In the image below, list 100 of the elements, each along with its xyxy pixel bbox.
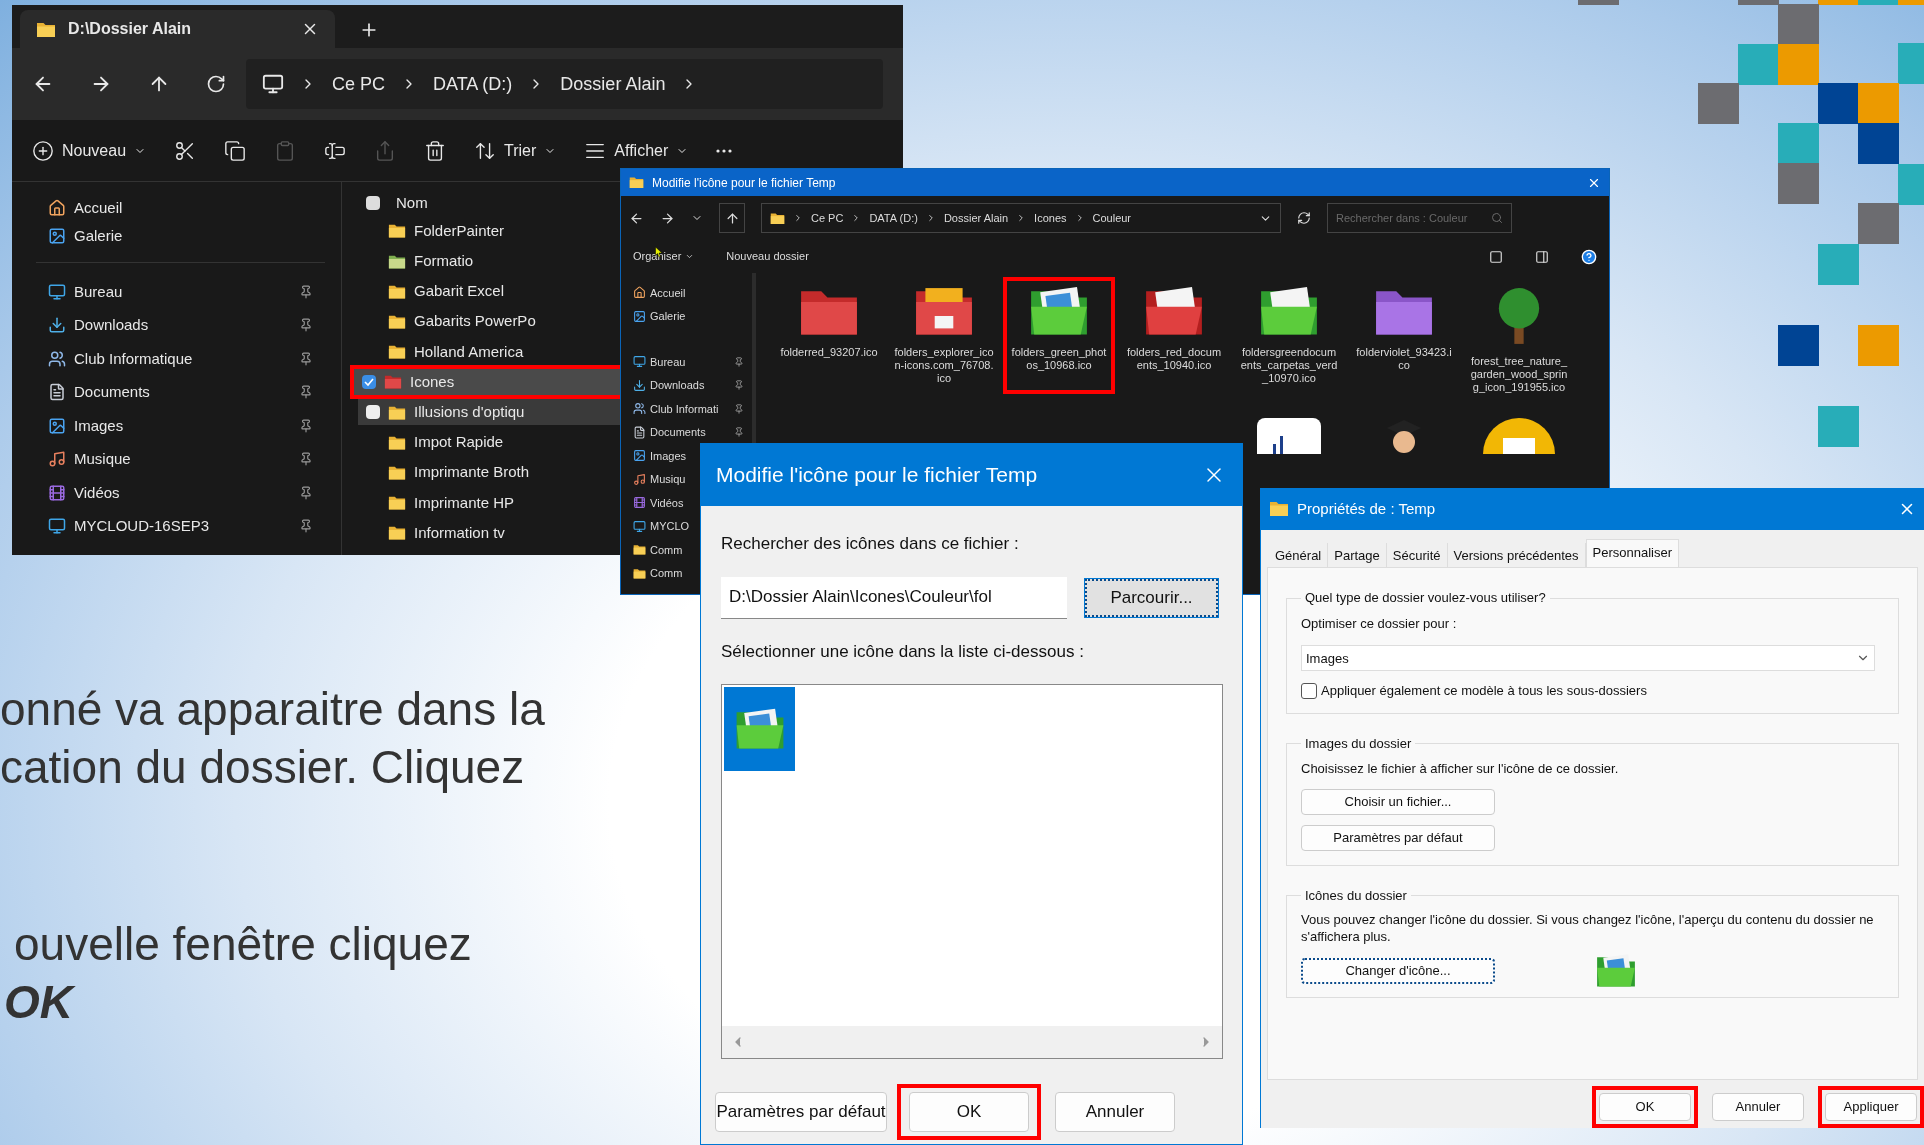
sidebar-item[interactable]: Accueil bbox=[36, 194, 325, 222]
file-tile[interactable]: foldersgreendocuments_carpetas_verd_10970.ico bbox=[1239, 285, 1339, 394]
change-icon-button[interactable]: Changer d'icône... bbox=[1301, 958, 1495, 985]
address-bar[interactable]: Ce PC DATA (D:) Dossier Alain Icones Couleur bbox=[761, 203, 1281, 233]
sidebar-item[interactable]: Musique bbox=[36, 442, 325, 476]
toolbar-button[interactable]: Afficher bbox=[584, 138, 689, 163]
back-icon[interactable] bbox=[629, 210, 644, 226]
file-tile[interactable]: folders_explorer_icon-icons.com_76708.ico bbox=[894, 285, 994, 394]
caret-icon bbox=[685, 252, 695, 261]
nav-item[interactable]: Comm bbox=[629, 541, 683, 558]
breadcrumb-item[interactable]: Icones bbox=[1034, 209, 1067, 227]
nav-item[interactable]: Documents bbox=[629, 424, 706, 441]
nav-item[interactable]: Galerie bbox=[629, 308, 686, 325]
tab[interactable]: Personnaliser bbox=[1585, 539, 1680, 568]
file-row[interactable]: Gabarit Excel bbox=[358, 278, 620, 305]
breadcrumb-item[interactable]: DATA (D:) bbox=[869, 209, 918, 227]
sidebar-item[interactable]: Images bbox=[36, 409, 325, 443]
pin-icon bbox=[299, 485, 313, 500]
slide-text-line: ouvelle fenêtre cliquez bbox=[14, 917, 472, 972]
sidebar-item[interactable]: Vidéos bbox=[36, 476, 325, 510]
file-row[interactable]: Holland America bbox=[358, 338, 620, 365]
film-icon bbox=[633, 496, 646, 510]
breadcrumb-item[interactable]: Couleur bbox=[1092, 209, 1132, 227]
up-button[interactable] bbox=[719, 203, 745, 233]
icon-option[interactable] bbox=[724, 687, 795, 771]
dialog-button[interactable]: Annuler bbox=[1055, 1092, 1175, 1132]
select-all-checkbox[interactable] bbox=[366, 196, 380, 210]
file-row[interactable]: Impot Rapide bbox=[358, 429, 620, 456]
dialog-button[interactable]: OK bbox=[1599, 1093, 1691, 1121]
sidebar-item[interactable]: Downloads bbox=[36, 308, 325, 342]
toolbar-button[interactable]: Nouveau dossier bbox=[726, 248, 809, 265]
nav-item[interactable]: Comm bbox=[629, 565, 683, 582]
breadcrumb-item[interactable]: Ce PC bbox=[332, 70, 385, 98]
row-checkbox[interactable] bbox=[362, 375, 376, 390]
toolbar-button[interactable]: Nouveau bbox=[32, 138, 147, 163]
breadcrumb-item[interactable]: Dossier Alain bbox=[560, 70, 666, 98]
pin-icon bbox=[299, 351, 313, 366]
slide-text-line: cation du dossier. Cliquez bbox=[0, 740, 526, 795]
toolbar-button[interactable] bbox=[716, 148, 733, 153]
nav-item[interactable]: Vidéos bbox=[629, 494, 684, 511]
address-bar[interactable]: Ce PC DATA (D:) Dossier Alain bbox=[246, 59, 883, 109]
browse-button[interactable]: Parcourir... bbox=[1085, 578, 1218, 617]
refresh-icon[interactable] bbox=[206, 74, 226, 94]
dialog-button[interactable]: Paramètres par défaut bbox=[715, 1092, 887, 1132]
file-row[interactable]: Imprimante HP bbox=[358, 489, 620, 516]
sidebar-item[interactable]: Documents bbox=[36, 375, 325, 409]
toolbar-button[interactable]: Trier bbox=[474, 138, 557, 163]
breadcrumb-item[interactable]: Dossier Alain bbox=[943, 209, 1009, 227]
folder-icon bbox=[1269, 500, 1289, 518]
folder-icon bbox=[388, 223, 406, 239]
row-checkbox[interactable] bbox=[366, 405, 380, 420]
nav-item[interactable]: Downloads bbox=[629, 377, 705, 394]
sidebar-item[interactable]: MYCLOUD-16SEP3 bbox=[36, 509, 325, 543]
nav-item[interactable]: Musiqu bbox=[629, 471, 686, 488]
file-tile[interactable]: folders_red_documents_10940.ico bbox=[1124, 285, 1224, 394]
breadcrumb-item[interactable]: DATA (D:) bbox=[433, 70, 513, 98]
checkbox[interactable] bbox=[1301, 683, 1317, 699]
nav-item[interactable]: Accueil bbox=[629, 284, 686, 301]
window-tab[interactable]: D:\Dossier Alain bbox=[20, 10, 335, 48]
people-icon bbox=[48, 349, 66, 368]
nav-item[interactable]: MYCLO bbox=[629, 518, 690, 535]
breadcrumb-item[interactable]: Ce PC bbox=[811, 209, 844, 227]
nav-item[interactable]: Images bbox=[629, 447, 687, 464]
dialog-button[interactable]: Paramètres par défaut bbox=[1301, 824, 1495, 851]
file-tile[interactable]: folderred_93207.ico bbox=[779, 285, 879, 394]
file-row[interactable]: Imprimante Broth bbox=[358, 459, 620, 486]
refresh-icon[interactable] bbox=[1297, 211, 1311, 225]
film-icon bbox=[48, 483, 66, 502]
path-field[interactable]: D:\Dossier Alain\Icones\Couleur\fol bbox=[721, 576, 1067, 619]
forward-icon[interactable] bbox=[660, 210, 675, 226]
file-row[interactable]: Illusions d'optiqu bbox=[358, 399, 620, 426]
preview-pane-icon[interactable] bbox=[1535, 249, 1549, 264]
folder-icon bbox=[1258, 285, 1320, 338]
toolbar-button[interactable] bbox=[424, 139, 447, 162]
help-icon[interactable] bbox=[1581, 248, 1597, 265]
toolbar-button[interactable] bbox=[224, 139, 247, 162]
view-icon[interactable] bbox=[1489, 249, 1503, 264]
file-row[interactable]: Information tv bbox=[358, 519, 620, 546]
pin-icon bbox=[299, 418, 313, 433]
dialog-button[interactable]: Choisir un fichier... bbox=[1301, 788, 1495, 815]
folder-type-dropdown[interactable]: Images bbox=[1301, 645, 1875, 672]
file-row[interactable]: FolderPainter bbox=[358, 218, 620, 245]
dialog-button[interactable]: Annuler bbox=[1712, 1093, 1804, 1121]
file-row[interactable]: Formatio bbox=[358, 248, 620, 275]
file-tile[interactable]: folderviolet_93423.ico bbox=[1354, 285, 1454, 394]
column-header[interactable]: Nom bbox=[396, 191, 428, 215]
nav-item[interactable]: Bureau bbox=[629, 353, 686, 370]
nav-item[interactable]: Club Informati bbox=[629, 400, 719, 417]
sidebar-item[interactable]: Bureau bbox=[36, 275, 325, 309]
toolbar-button[interactable]: Organiser bbox=[633, 248, 695, 265]
field-label: Optimiser ce dossier pour : bbox=[1301, 614, 1458, 633]
icon-list[interactable] bbox=[721, 684, 1223, 1059]
sidebar-item[interactable]: Galerie bbox=[36, 222, 325, 250]
dialog-button[interactable]: OK bbox=[909, 1092, 1029, 1132]
sidebar-item[interactable]: Club Informatique bbox=[36, 342, 325, 376]
folder-icon bbox=[913, 285, 975, 338]
file-tile[interactable]: forest_tree_nature_garden_wood_spring_icon_191955.ico bbox=[1469, 285, 1569, 394]
dialog-button[interactable]: Appliquer bbox=[1825, 1093, 1917, 1121]
file-row[interactable]: Gabarits PowerPo bbox=[358, 308, 620, 335]
file-tile[interactable]: folders_green_photos_10968.ico bbox=[1011, 285, 1107, 386]
